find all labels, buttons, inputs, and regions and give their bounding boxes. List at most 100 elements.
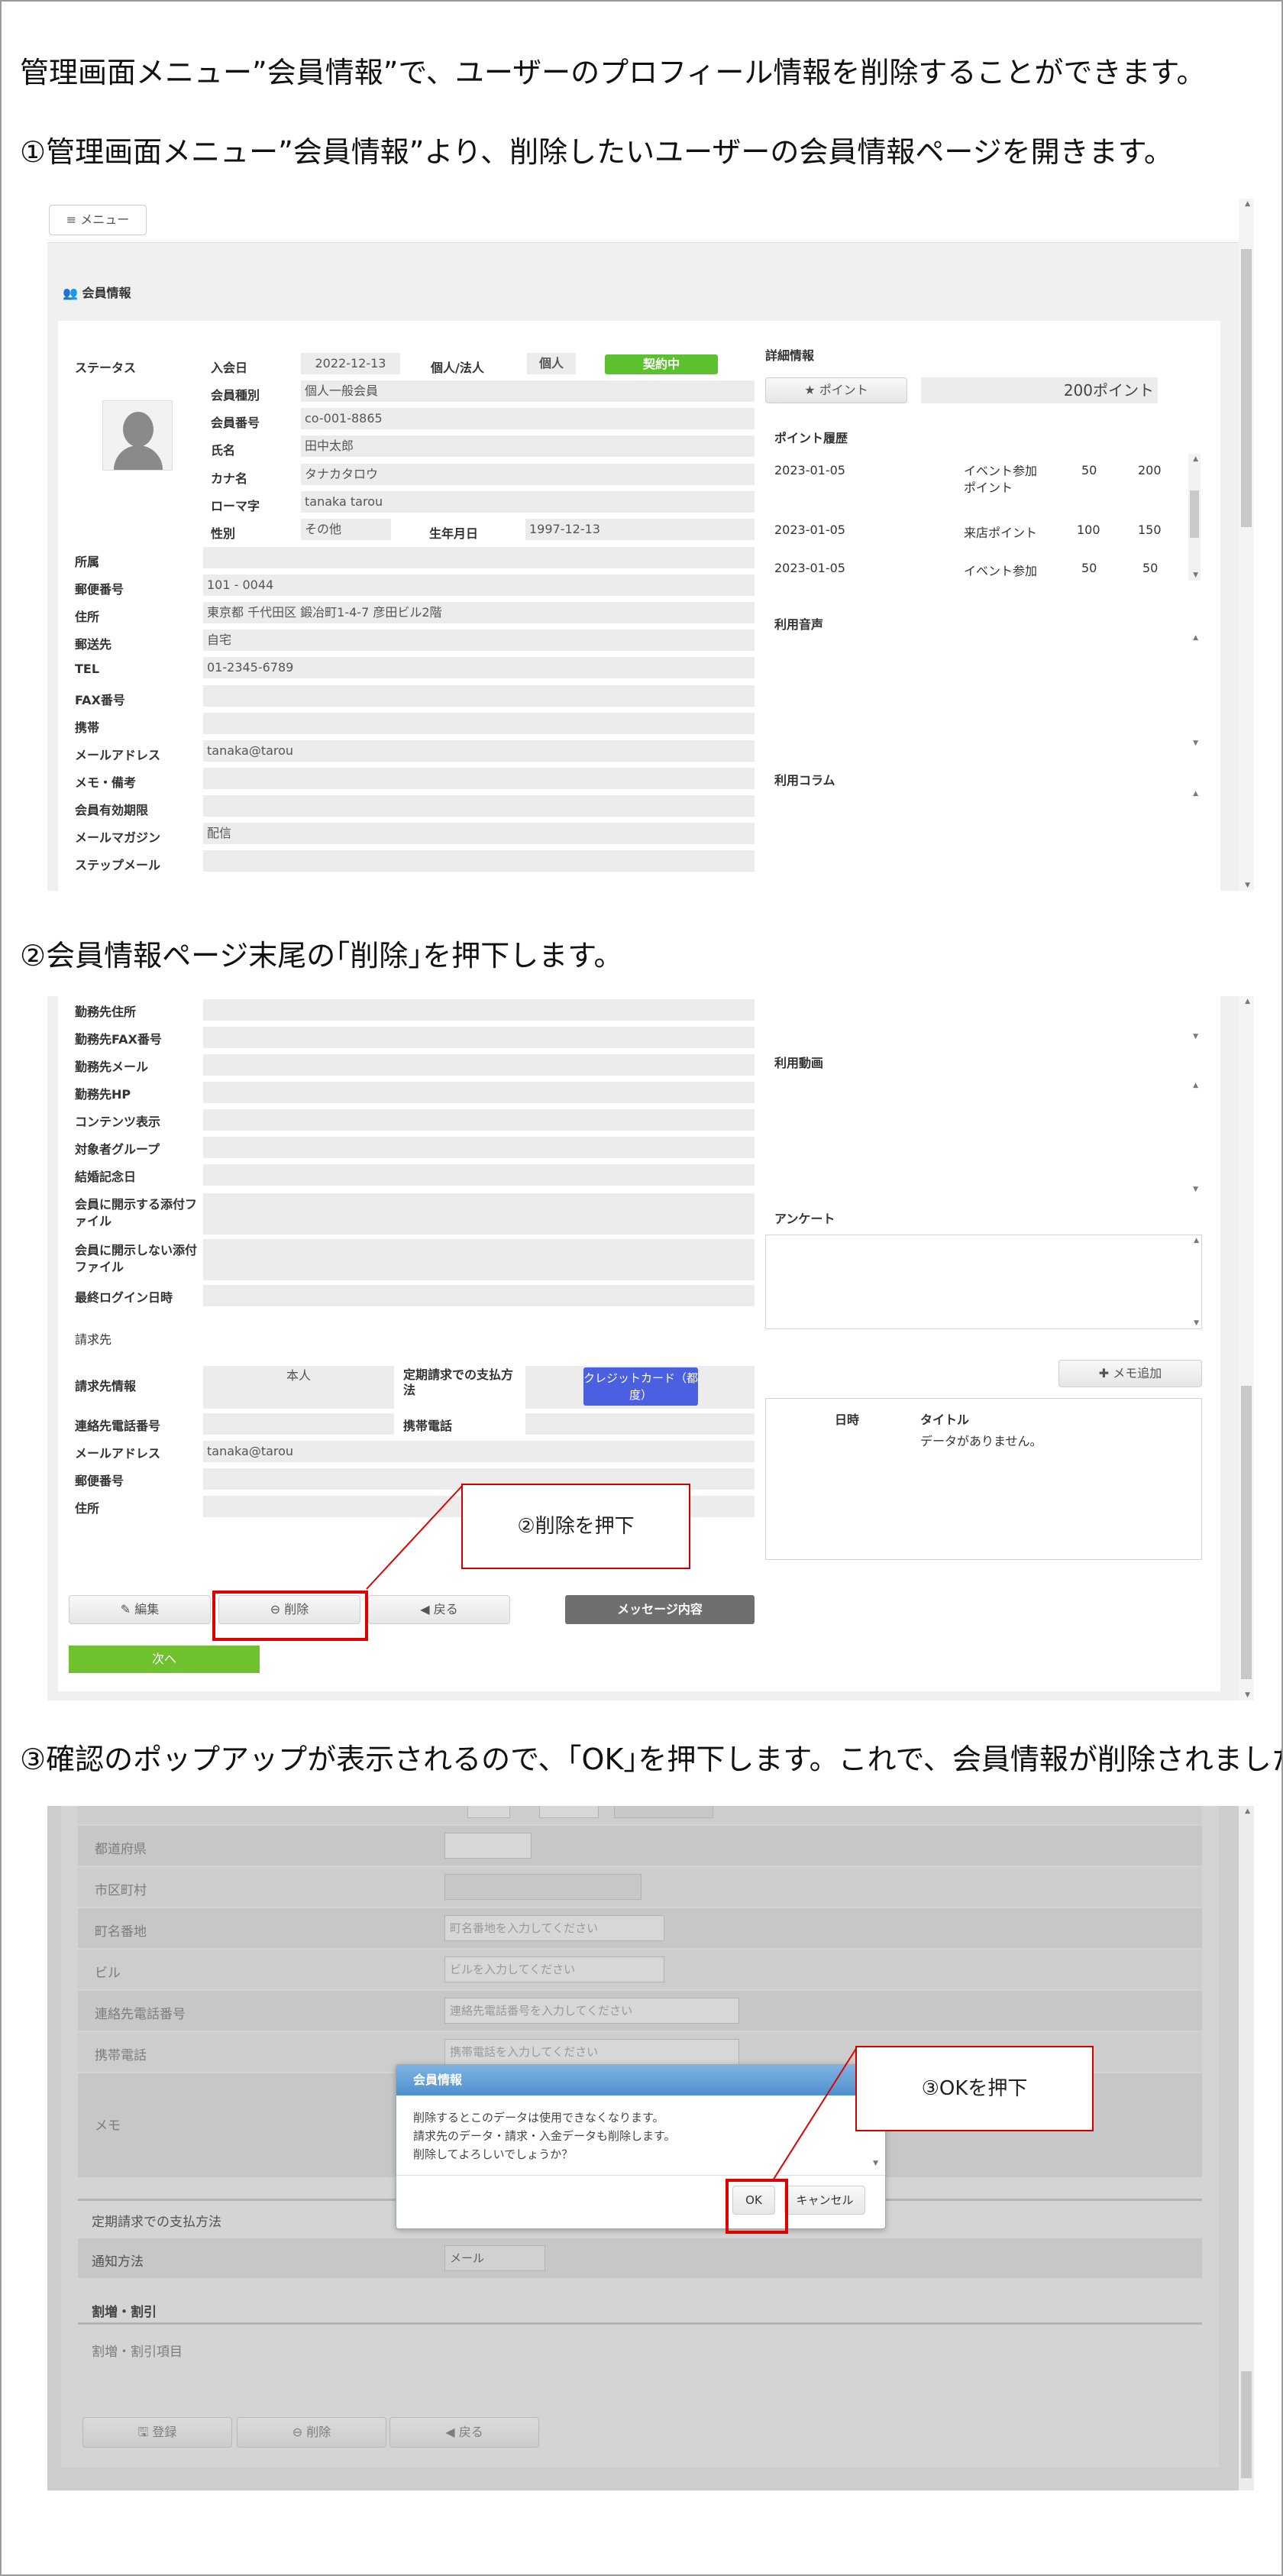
point-button[interactable]: ★ ポイント [765, 377, 907, 403]
column-scrollbar[interactable]: ▲ [1188, 788, 1201, 888]
history-balance: 50 [1142, 561, 1159, 575]
callout-delete: ②削除を押下 [461, 1484, 690, 1569]
voice-scrollbar[interactable]: ▲ ▼ [1188, 633, 1201, 749]
fax-label: FAX番号 [75, 693, 125, 707]
history-type: 来店ポイント [964, 526, 1038, 540]
history-date: 2023-01-05 [774, 523, 845, 537]
screenshot-delete-dialog: 都道府県 市区町村 町名番地 町名番地を入力してください ビル ビルを入力してく… [47, 1806, 1254, 2490]
join-date-value: 2022-12-13 [301, 353, 400, 374]
avatar [102, 400, 173, 471]
history-points: 50 [1081, 463, 1097, 477]
scroll-up-icon: ▲ [1193, 634, 1198, 642]
history-balance: 150 [1138, 523, 1162, 537]
step1-heading: ①管理画面メニュー”会員情報”より、削除したいユーザーの会員情報ページを開きます… [20, 135, 1173, 169]
memo-label: メモ・備考 [75, 775, 137, 790]
member-type-value: 個人一般会員 [301, 380, 755, 402]
history-points: 50 [1081, 561, 1097, 575]
birth-value: 1997-12-13 [525, 519, 755, 540]
gender-value: その他 [301, 519, 391, 540]
callout-line-2 [366, 1484, 464, 1590]
name-label: 氏名 [211, 443, 236, 458]
birth-label: 生年月日 [429, 526, 479, 541]
affiliation-label: 所属 [75, 555, 100, 569]
screenshot-member-info-bottom: 勤務先住所 勤務先FAX番号 勤務先メール 勤務先HP コンテンツ表示 対象者グ… [47, 996, 1254, 1701]
scroll-up-icon: ▲ [1245, 1807, 1250, 1815]
kana-value: タナカタロウ [301, 464, 755, 485]
page-title: 👥 会員情報 [63, 283, 131, 301]
menu-button[interactable]: ≡ メニュー [49, 205, 147, 235]
page-scrollbar[interactable]: ▲ ▼ [1239, 996, 1254, 1701]
screenshot-member-info: ≡ メニュー 👥 会員情報 ステータス 入会日 2022-12-13 個人/法人… [47, 199, 1254, 891]
contract-status-badge: 契約中 [605, 354, 718, 374]
expiry-label: 会員有効期限 [75, 803, 149, 817]
member-card: 勤務先住所 勤務先FAX番号 勤務先メール 勤務先HP コンテンツ表示 対象者グ… [58, 996, 1220, 1691]
member-type-label: 会員種別 [211, 388, 260, 403]
top-bar: ≡ メニュー [47, 199, 1239, 243]
history-balance: 200 [1138, 463, 1162, 477]
magazine-value: 配信 [203, 823, 755, 844]
scrollbar-thumb[interactable] [1241, 2371, 1252, 2478]
history-type: イベント参加 [964, 564, 1038, 578]
page-title-text: 会員情報 [82, 286, 131, 300]
hamburger-icon: ≡ [66, 212, 77, 227]
history-date: 2023-01-05 [774, 463, 845, 477]
email-label: メールアドレス [75, 748, 161, 762]
member-no-label: 会員番号 [211, 416, 260, 430]
stepmail-label: ステップメール [75, 858, 161, 872]
scroll-down-icon: ▼ [1245, 1691, 1250, 1699]
kana-label: カナ名 [211, 471, 248, 486]
page-scrollbar[interactable]: ▲ ▼ [1239, 199, 1254, 891]
member-no-value: co-001-8865 [301, 408, 755, 429]
step3-heading: ③確認のポップアップが表示されるので、｢OK｣を押下します。これで、会員情報が削… [20, 1743, 1283, 1776]
entity-value: 個人 [527, 353, 576, 374]
email-value: tanaka@tarou [203, 740, 755, 762]
column-label: 利用コラム [774, 773, 835, 788]
mobile-label: 携帯 [75, 720, 100, 735]
scroll-up-icon: ▲ [1193, 790, 1198, 798]
scroll-up-icon: ▲ [1193, 455, 1198, 463]
gender-label: 性別 [211, 526, 236, 541]
romaji-label: ローマ字 [211, 499, 260, 513]
scroll-down-icon: ▼ [1193, 571, 1198, 579]
history-date: 2023-01-05 [774, 561, 845, 575]
point-total: 200ポイント [921, 377, 1158, 403]
mobile-value [203, 713, 755, 734]
stepmail-value [203, 850, 755, 872]
romaji-value: tanaka tarou [301, 491, 755, 513]
scroll-down-icon: ▼ [1193, 739, 1198, 747]
tel-label: TEL [75, 662, 100, 676]
fax-value [203, 685, 755, 707]
history-scrollbar[interactable]: ▲ ▼ [1188, 454, 1201, 581]
zip-label: 郵便番号 [75, 582, 124, 597]
callout-ok: ③OKを押下 [855, 2046, 1094, 2131]
scroll-up-icon: ▲ [1245, 200, 1250, 208]
mailto-value: 自宅 [203, 629, 755, 651]
scroll-up-icon: ▲ [1245, 998, 1250, 1005]
voice-label: 利用音声 [774, 617, 824, 632]
affiliation-value [203, 547, 755, 568]
point-button-label: ポイント [819, 383, 868, 397]
history-points: 100 [1077, 523, 1100, 537]
name-value: 田中太郎 [301, 435, 755, 457]
entity-label: 個人/法人 [431, 361, 484, 375]
join-date-label: 入会日 [211, 361, 248, 375]
scrollbar-thumb[interactable] [1241, 1386, 1252, 1679]
history-type: イベント参加ポイント [964, 464, 1038, 495]
scrollbar-thumb[interactable] [1241, 249, 1252, 527]
page-scrollbar[interactable]: ▲ [1239, 1806, 1254, 2490]
memo-value [203, 768, 755, 789]
expiry-value [203, 795, 755, 817]
detail-label: 詳細情報 [765, 348, 815, 363]
magazine-label: メールマガジン [75, 830, 161, 845]
step2-heading: ②会員情報ページ末尾の｢削除｣を押下します。 [20, 939, 623, 972]
menu-label: メニュー [80, 212, 130, 227]
address-label: 住所 [75, 610, 100, 624]
tel-value: 01-2345-6789 [203, 657, 755, 678]
status-label: ステータス [75, 361, 137, 375]
star-icon: ★ [804, 383, 816, 397]
page: 管理画面メニュー”会員情報”で、ユーザーのプロフィール情報を削除することができま… [0, 0, 1283, 2576]
point-history-label: ポイント履歴 [774, 431, 848, 445]
member-card: ステータス 入会日 2022-12-13 個人/法人 個人 契約中 会員種別 個… [58, 321, 1220, 891]
scroll-down-icon: ▼ [1245, 882, 1250, 889]
mailto-label: 郵送先 [75, 637, 112, 652]
